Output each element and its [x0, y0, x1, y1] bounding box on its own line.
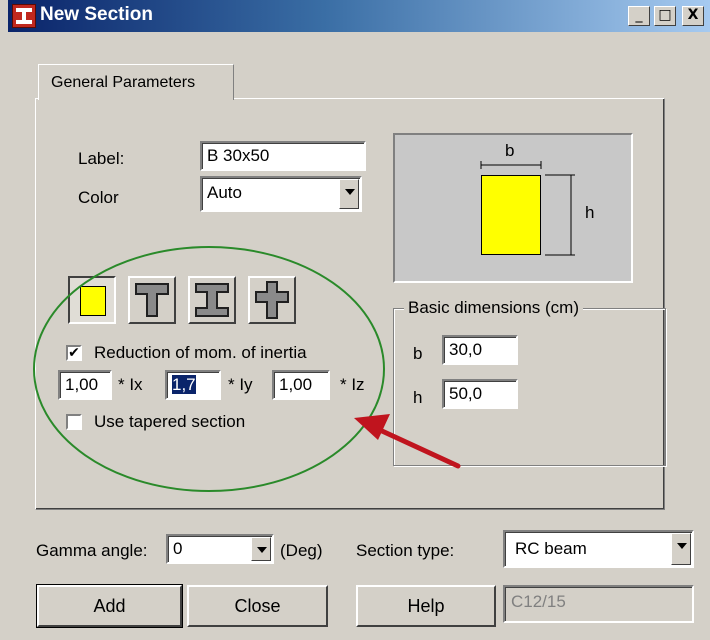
- section-type-caption: Section type:: [356, 541, 455, 560]
- section-type-select[interactable]: RC beam: [503, 530, 694, 568]
- help-button[interactable]: Help: [356, 585, 496, 627]
- iy-input[interactable]: 1,7: [165, 370, 221, 400]
- iy-suffix: * Iy: [228, 375, 253, 394]
- tab-general-parameters[interactable]: General Parameters: [38, 64, 234, 100]
- color-select[interactable]: Auto: [200, 176, 362, 212]
- ix-input[interactable]: 1,00: [58, 370, 112, 400]
- add-button[interactable]: Add: [36, 584, 183, 628]
- material-field: C12/15: [503, 585, 694, 623]
- cross-section-button[interactable]: [248, 276, 296, 324]
- basic-dimensions-group: [393, 308, 666, 466]
- reduction-label: Reduction of mom. of inertia: [94, 343, 307, 362]
- section-rectangle: [481, 175, 541, 255]
- rectangle-shape-icon: [80, 286, 106, 316]
- basic-dimensions-title: Basic dimensions (cm): [404, 298, 583, 318]
- app-i-beam-icon: [12, 4, 36, 28]
- new-section-dialog: New Section _ □ X General Parameters Lab…: [0, 0, 710, 640]
- i-section-icon: [195, 283, 229, 317]
- color-select-value: Auto: [207, 183, 242, 202]
- title-bar[interactable]: New Section _ □ X: [8, 0, 710, 32]
- reduction-checkbox[interactable]: ✔: [66, 345, 82, 361]
- t-section-button[interactable]: [128, 276, 176, 324]
- section-type-select-value: RC beam: [515, 539, 587, 558]
- b-input[interactable]: 30,0: [442, 335, 518, 365]
- label-caption: Label:: [78, 149, 125, 168]
- section-type-dropdown-arrow-icon[interactable]: [671, 533, 691, 565]
- close-button[interactable]: Close: [187, 585, 328, 627]
- gamma-unit: (Deg): [280, 541, 323, 560]
- label-input[interactable]: B 30x50: [200, 141, 366, 171]
- maximize-button[interactable]: □: [654, 6, 676, 26]
- ix-suffix: * Ix: [118, 375, 143, 394]
- b-caption: b: [413, 344, 423, 363]
- h-caption: h: [413, 388, 423, 407]
- cross-section-icon: [255, 281, 289, 319]
- gamma-caption: Gamma angle:: [36, 541, 148, 560]
- close-window-button[interactable]: X: [682, 6, 704, 26]
- tapered-label: Use tapered section: [94, 412, 246, 431]
- i-section-button[interactable]: [188, 276, 236, 324]
- t-section-icon: [135, 283, 169, 317]
- minimize-button[interactable]: _: [628, 6, 650, 26]
- gamma-select[interactable]: 0: [166, 534, 274, 564]
- iz-input[interactable]: 1,00: [272, 370, 330, 400]
- iy-selected-value: 1,7: [172, 375, 196, 394]
- rectangle-shape-button[interactable]: [68, 276, 116, 324]
- h-input[interactable]: 50,0: [442, 379, 518, 409]
- gamma-dropdown-arrow-icon[interactable]: [251, 537, 271, 561]
- color-caption: Color: [78, 188, 119, 207]
- gamma-select-value: 0: [173, 539, 183, 558]
- color-dropdown-arrow-icon[interactable]: [339, 179, 359, 209]
- section-preview: b h: [393, 133, 633, 283]
- iz-suffix: * Iz: [340, 375, 365, 394]
- tapered-checkbox[interactable]: [66, 414, 82, 430]
- dimension-b-label: b: [505, 141, 515, 160]
- dimension-h-label: h: [585, 203, 595, 222]
- window-title: New Section: [40, 4, 153, 25]
